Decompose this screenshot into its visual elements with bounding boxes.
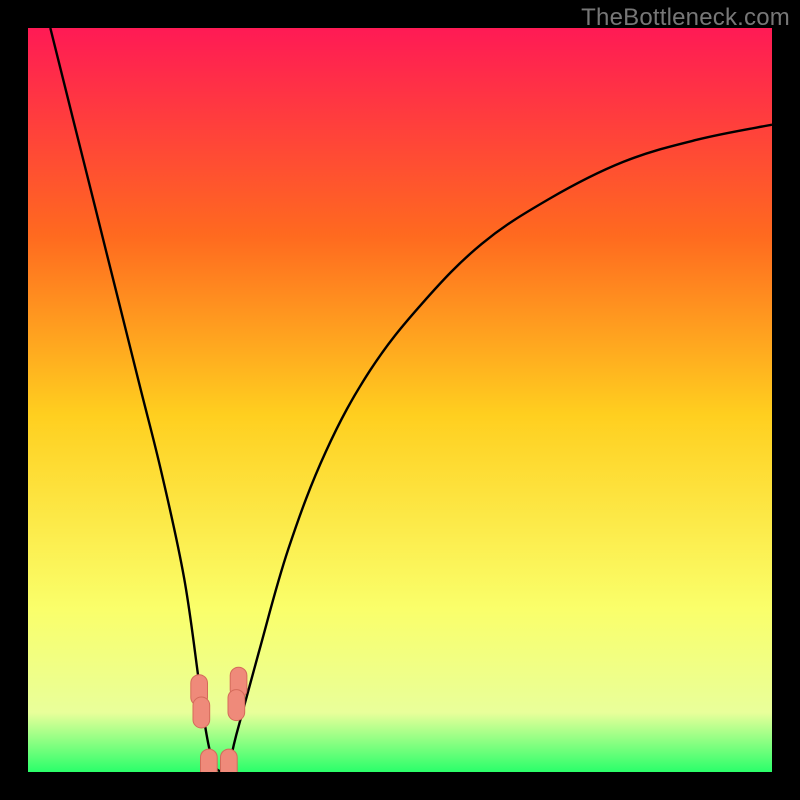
chart-svg bbox=[28, 28, 772, 772]
watermark-text: TheBottleneck.com bbox=[581, 4, 790, 32]
marker-right-bot-cap bbox=[228, 690, 245, 721]
marker-left-bot-cap bbox=[193, 697, 210, 728]
marker-valley-left bbox=[201, 749, 218, 772]
gradient-background bbox=[28, 28, 772, 772]
marker-valley-right bbox=[221, 749, 238, 772]
chart-frame: TheBottleneck.com bbox=[0, 0, 800, 800]
chart-plot-area bbox=[28, 28, 772, 772]
